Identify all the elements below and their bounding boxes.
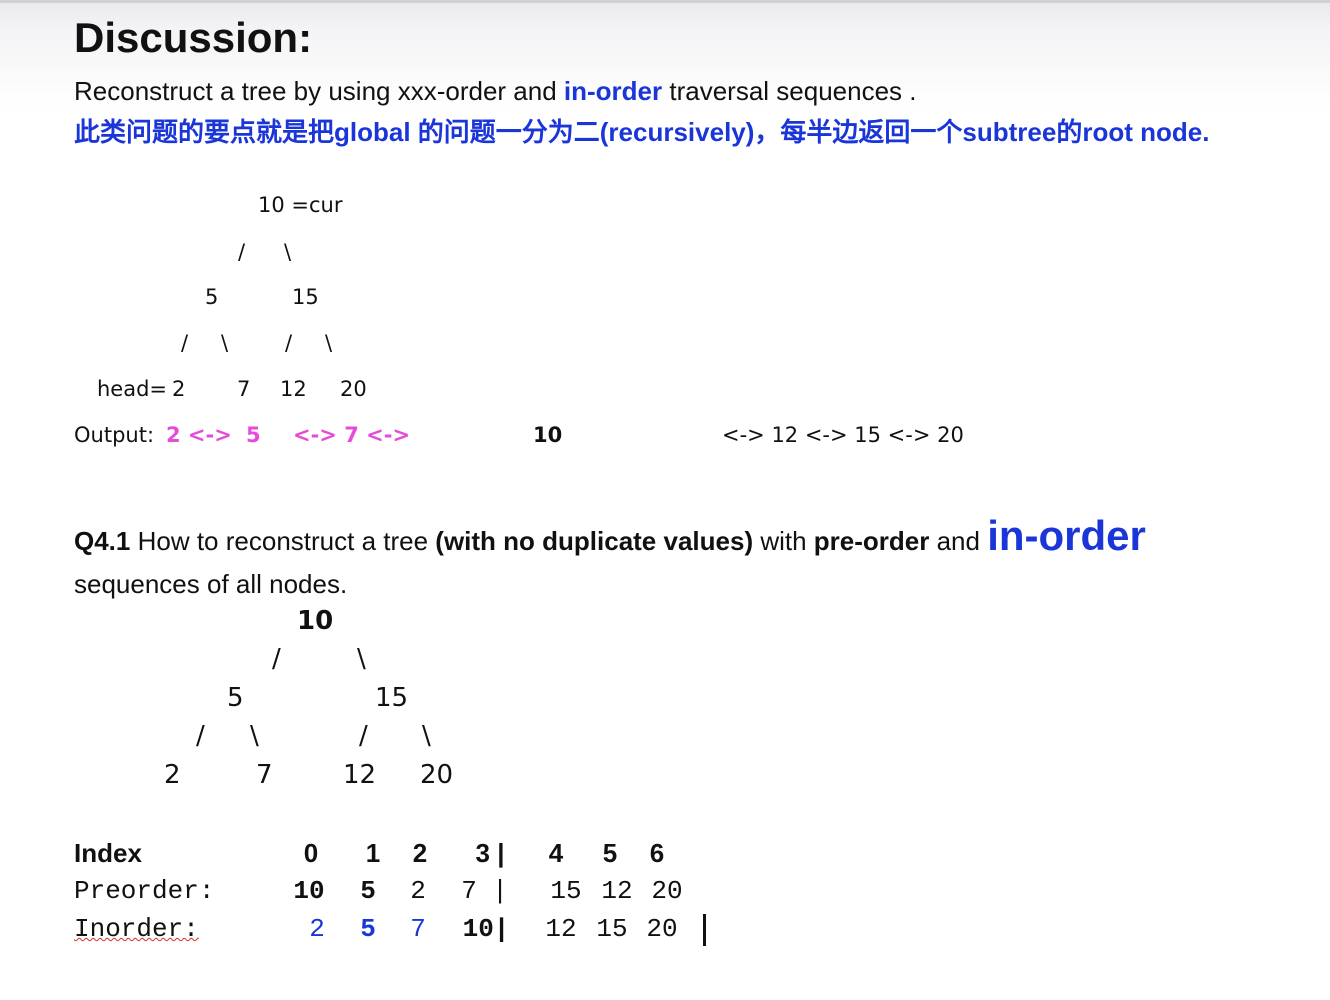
inorder-cell: 15 bbox=[596, 914, 628, 944]
intro-line: Reconstruct a tree by using xxx-order an… bbox=[74, 76, 917, 107]
preorder-divider: | bbox=[492, 876, 508, 906]
question-text: with bbox=[753, 526, 814, 556]
question-line-2: sequences of all nodes. bbox=[74, 569, 348, 599]
tree1-edge: \ bbox=[325, 331, 333, 355]
question-text: and bbox=[929, 526, 988, 556]
question-text: (with no duplicate values) bbox=[435, 526, 754, 556]
index-cell: 2 bbox=[412, 838, 428, 868]
tree2-edge: \ bbox=[357, 644, 366, 674]
tree2-edge: / bbox=[272, 644, 281, 674]
tree1-head-label: head= bbox=[97, 377, 168, 401]
output-part: 10 bbox=[533, 423, 563, 447]
preorder-cell: 5 bbox=[360, 876, 376, 906]
tree1-edge: / bbox=[238, 240, 246, 264]
index-cell: 3 | bbox=[475, 838, 505, 868]
intro-highlight: in-order bbox=[563, 76, 663, 106]
index-cell: 5 bbox=[602, 838, 618, 868]
preorder-cell: 12 bbox=[601, 876, 633, 906]
preorder-cell: 20 bbox=[651, 876, 683, 906]
index-cell: 4 bbox=[548, 838, 564, 868]
tree1-node: 20 bbox=[340, 377, 367, 401]
tree2-edge: / bbox=[196, 721, 205, 751]
tree1-edge: \ bbox=[221, 331, 229, 355]
tree1-edge: / bbox=[285, 331, 293, 355]
tree2-edge: \ bbox=[422, 721, 431, 751]
tree1-node: 7 bbox=[237, 377, 251, 401]
output-part: 2 <-> bbox=[166, 423, 232, 447]
tree1-edge: \ bbox=[284, 240, 292, 264]
question-number: Q4.1 bbox=[74, 526, 131, 556]
tree1-edge: / bbox=[181, 331, 189, 355]
tree1-root: 10 =cur bbox=[258, 193, 343, 217]
output-label: Output: bbox=[74, 423, 155, 447]
output-part: 5 bbox=[246, 423, 261, 447]
inorder-cell: 20 bbox=[646, 914, 678, 944]
tree2-node: 5 bbox=[227, 683, 244, 713]
index-cell: 0 bbox=[303, 838, 319, 868]
tree2-node: 15 bbox=[375, 683, 409, 713]
tree2-edge: / bbox=[359, 721, 368, 751]
index-row: 0 1 2 3 | 4 5 6 bbox=[0, 838, 1330, 874]
preorder-row: 10 5 2 7 | 15 12 20 bbox=[0, 876, 1330, 912]
intro-prefix: Reconstruct a tree by using xxx-order an… bbox=[74, 76, 564, 106]
inorder-cell: 2 bbox=[309, 914, 325, 944]
question-text: pre-order bbox=[813, 526, 930, 556]
inorder-row: 2 5 7 10| 12 15 20 bbox=[0, 914, 1330, 950]
tree1-node: 2 bbox=[172, 377, 186, 401]
preorder-cell: 10 bbox=[293, 876, 325, 906]
chinese-note: 此类问题的要点就是把global 的问题一分为二(recursively)，每半… bbox=[74, 117, 1210, 147]
page-title: Discussion: bbox=[74, 14, 313, 61]
tree2-node: 2 bbox=[164, 760, 181, 790]
output-part: <-> 7 <-> bbox=[293, 423, 411, 447]
text-cursor bbox=[703, 914, 706, 946]
tree2-edge: \ bbox=[250, 721, 259, 751]
question-highlight: in-order bbox=[987, 512, 1146, 559]
tree1-node: 5 bbox=[205, 285, 219, 309]
tree2-node: 12 bbox=[343, 760, 377, 790]
inorder-cell: 12 bbox=[545, 914, 577, 944]
tree2-node: 20 bbox=[420, 760, 454, 790]
tree2-node: 7 bbox=[256, 760, 273, 790]
index-cell: 6 bbox=[649, 838, 665, 868]
question-line: Q4.1 How to reconstruct a tree (with no … bbox=[74, 512, 1146, 560]
index-cell: 1 bbox=[365, 838, 381, 868]
question-text: How to reconstruct a tree bbox=[130, 526, 436, 556]
tree1-node: 12 bbox=[280, 377, 307, 401]
preorder-cell: 2 bbox=[410, 876, 426, 906]
tree2-root: 10 bbox=[297, 606, 334, 636]
intro-suffix: traversal sequences . bbox=[662, 76, 917, 106]
inorder-cell: 7 bbox=[410, 914, 426, 944]
output-part: <-> 12 <-> 15 <-> 20 bbox=[722, 423, 964, 447]
tree1-node: 15 bbox=[292, 285, 319, 309]
inorder-cell: 5 bbox=[360, 914, 376, 944]
preorder-cell: 15 bbox=[550, 876, 582, 906]
window-top-border bbox=[0, 0, 1330, 3]
inorder-cell: 10| bbox=[462, 914, 510, 944]
